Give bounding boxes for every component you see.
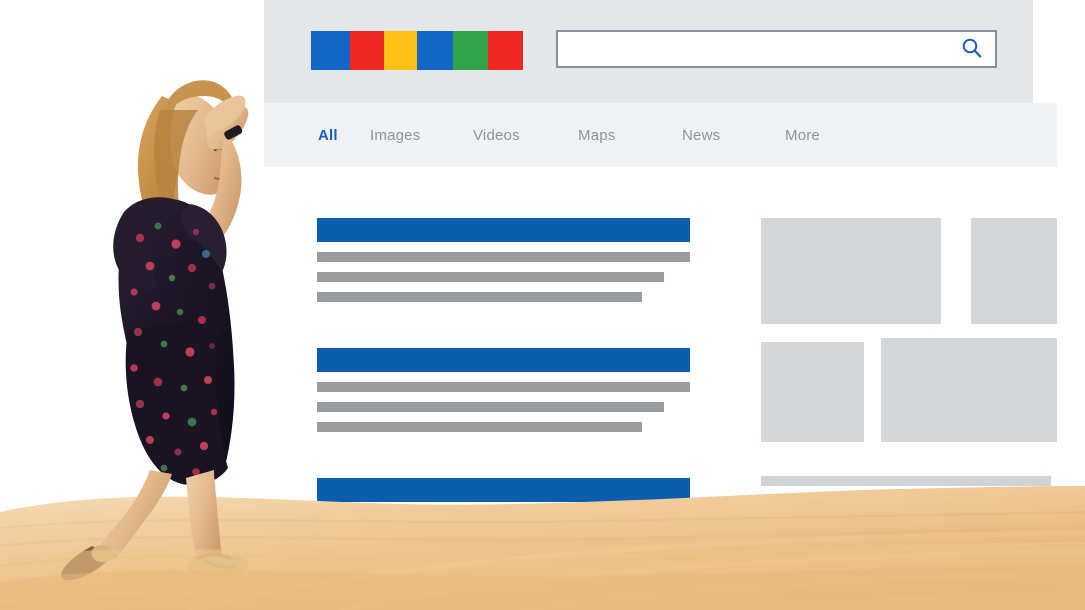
result-snippet-line [317,532,664,542]
search-bar[interactable] [556,30,997,68]
tab-more-label: More [785,126,820,144]
search-result-1[interactable] [317,218,690,302]
result-snippet-line [317,292,642,302]
search-input[interactable] [558,32,949,66]
search-result-2[interactable] [317,348,690,432]
screenshot-stage: All Images Videos Maps News More [0,0,1085,610]
logo-block-3 [384,31,417,70]
tab-images-label: Images [370,126,421,144]
logo-block-4 [417,31,453,70]
logo-block-5 [453,31,488,70]
result-snippet-line [317,272,664,282]
search-engine-logo[interactable] [311,31,523,70]
logo-block-1 [311,31,350,70]
tab-videos-label: Videos [473,126,520,144]
tab-more[interactable]: More [785,103,820,167]
tab-videos[interactable]: Videos [473,103,520,167]
thumbnail-2[interactable] [971,218,1057,324]
tab-news-label: News [682,126,721,144]
tab-maps-label: Maps [578,126,616,144]
serp-nav-tabs: All Images Videos Maps News More [264,103,1057,167]
result-snippet-line [317,252,690,262]
tab-all-label: All [318,126,338,144]
search-icon [960,36,984,63]
tab-news[interactable]: News [682,103,720,167]
logo-block-6 [488,31,523,70]
result-snippet-line [317,552,642,562]
search-button[interactable] [949,32,995,66]
tab-maps[interactable]: Maps [578,103,615,167]
result-snippet-line [317,512,690,522]
thumbnail-1[interactable] [761,218,941,324]
thumbnail-4[interactable] [881,338,1057,442]
result-title-bar[interactable] [317,348,690,372]
tab-all[interactable]: All [318,103,338,167]
thumbnail-3[interactable] [761,342,864,442]
result-snippet-line [317,382,690,392]
result-snippet-line [317,422,642,432]
logo-block-2 [350,31,384,70]
result-title-bar[interactable] [317,478,690,502]
thumbnail-panel [761,218,1057,567]
result-snippet-line [317,402,664,412]
side-line-1 [761,476,1051,486]
result-title-bar[interactable] [317,218,690,242]
side-line-4 [761,557,1007,567]
side-line-3 [761,530,1025,540]
side-line-2 [761,503,1039,513]
tab-images[interactable]: Images [370,103,420,167]
search-result-3[interactable] [317,478,690,562]
